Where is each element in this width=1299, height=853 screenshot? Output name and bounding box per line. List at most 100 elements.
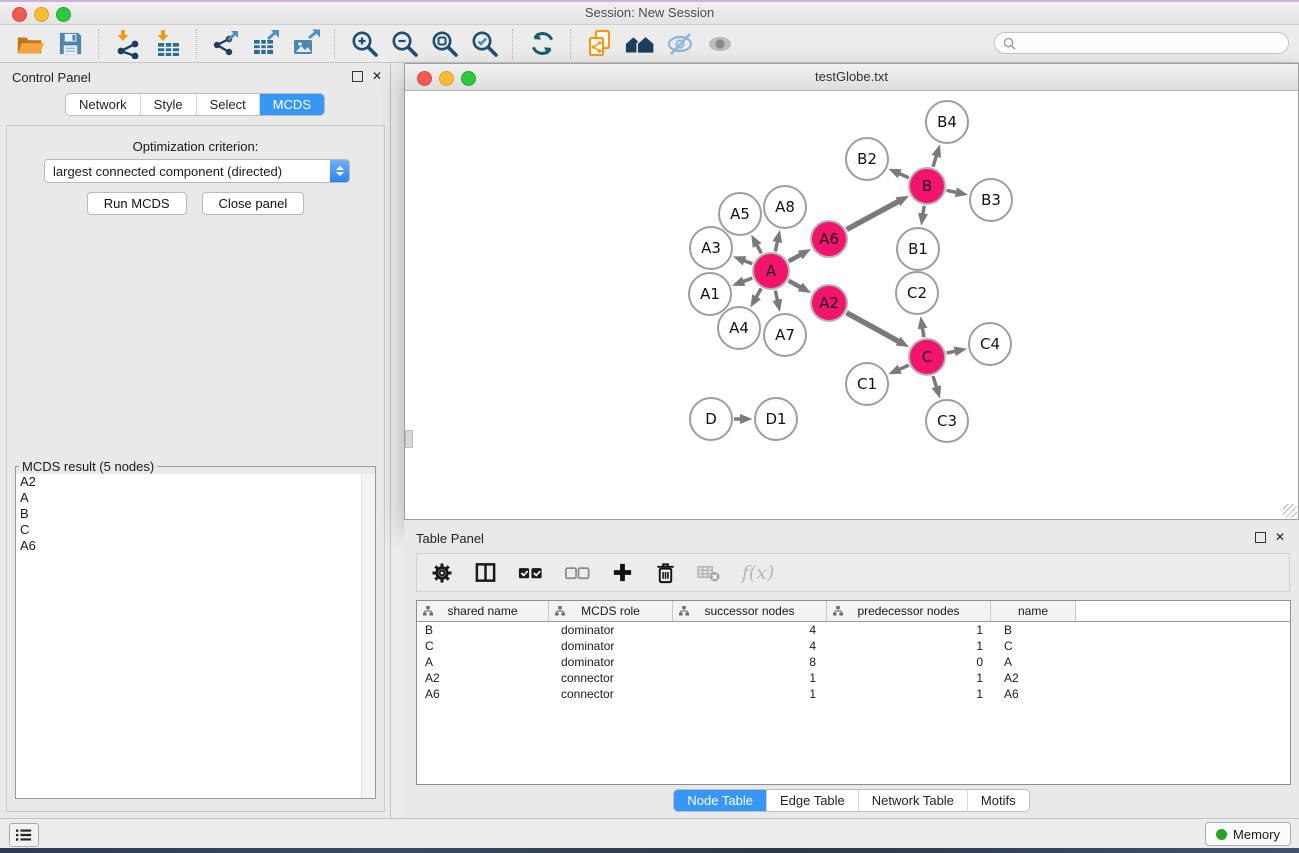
zoom-fit-button[interactable]: [424, 27, 464, 61]
search-field[interactable]: [994, 32, 1289, 54]
open-session-button[interactable]: [10, 27, 50, 61]
column-header-name[interactable]: name: [991, 601, 1076, 621]
graph-node-B4[interactable]: B4: [925, 100, 969, 144]
graph-node-B[interactable]: B: [908, 167, 946, 205]
graph-edge-B-B1[interactable]: [923, 206, 924, 215]
select-all-button[interactable]: [515, 560, 545, 586]
run-mcds-button[interactable]: Run MCDS: [87, 192, 187, 215]
graph-edge-B-B4[interactable]: [933, 155, 937, 167]
close-panel-icon[interactable]: ✕: [372, 70, 382, 82]
search-input[interactable]: [1021, 35, 1288, 52]
column-header-successor-nodes[interactable]: successor nodes: [673, 601, 827, 621]
graph-node-A2[interactable]: A2: [810, 284, 848, 322]
canvas-splitter-handle[interactable]: [405, 430, 413, 448]
graph-node-D[interactable]: D: [689, 397, 733, 441]
export-table-button[interactable]: [246, 27, 286, 61]
graph-edge-A6-B[interactable]: [847, 201, 899, 229]
mcds-result-item[interactable]: A: [16, 490, 375, 506]
table-tab-node-table[interactable]: Node Table: [674, 790, 766, 811]
close-table-panel-icon[interactable]: ✕: [1275, 531, 1285, 543]
add-row-button[interactable]: [609, 560, 635, 586]
apply-layout-button[interactable]: [522, 27, 562, 61]
table-tab-edge-table[interactable]: Edge Table: [766, 790, 858, 811]
graph-edge-A2-C[interactable]: [847, 313, 900, 342]
control-tab-mcds[interactable]: MCDS: [259, 94, 324, 115]
zoom-in-button[interactable]: [344, 27, 384, 61]
graph-edge-B-B3[interactable]: [947, 190, 957, 192]
column-header-shared-name[interactable]: shared name: [417, 601, 549, 621]
graph-edge-B-B2[interactable]: [899, 173, 909, 177]
mcds-result-item[interactable]: B: [16, 506, 375, 522]
export-network-button[interactable]: [206, 27, 246, 61]
mcds-result-item[interactable]: A6: [16, 538, 375, 554]
save-session-button[interactable]: [50, 27, 90, 61]
graph-node-A7[interactable]: A7: [763, 313, 807, 357]
table-tab-motifs[interactable]: Motifs: [967, 790, 1029, 811]
table-row-A2[interactable]: A2connector11A2: [417, 670, 1290, 686]
graph-node-A4[interactable]: A4: [717, 306, 761, 350]
graph-node-A8[interactable]: A8: [763, 185, 807, 229]
graph-edge-A-A2[interactable]: [789, 281, 802, 288]
import-network-button[interactable]: [108, 27, 148, 61]
graph-node-A3[interactable]: A3: [689, 226, 733, 270]
float-panel-icon[interactable]: [352, 71, 363, 82]
home-views-button[interactable]: [620, 27, 660, 61]
mcds-result-item[interactable]: A2: [16, 474, 375, 490]
network-canvas[interactable]: B4B2BB3A5A8A6A3B1AA1C2A2A4A7CC4C1C3DD1: [405, 91, 1298, 519]
table-tab-network-table[interactable]: Network Table: [858, 790, 967, 811]
column-header-MCDS-role[interactable]: MCDS role: [549, 601, 673, 621]
column-header-predecessor-nodes[interactable]: predecessor nodes: [827, 601, 991, 621]
graph-node-B1[interactable]: B1: [896, 227, 940, 271]
show-hidden-button[interactable]: [700, 27, 740, 61]
control-tab-network[interactable]: Network: [66, 94, 140, 115]
graph-node-C[interactable]: C: [908, 338, 946, 376]
graph-edge-A-A7[interactable]: [775, 291, 777, 301]
float-table-panel-icon[interactable]: [1255, 532, 1266, 543]
graph-node-C1[interactable]: C1: [845, 362, 889, 406]
table-row-A[interactable]: Adominator80A: [417, 654, 1290, 670]
clone-network-button[interactable]: [580, 27, 620, 61]
graph-node-A6[interactable]: A6: [810, 220, 848, 258]
optimization-criterion-select[interactable]: largest connected component (directed): [44, 159, 350, 183]
table-row-B[interactable]: Bdominator41B: [417, 622, 1290, 638]
delete-table-button[interactable]: [695, 560, 721, 586]
table-settings-button[interactable]: [429, 560, 455, 586]
graph-edge-A-A6[interactable]: [789, 255, 802, 262]
graph-node-A5[interactable]: A5: [718, 192, 762, 236]
graph-edge-C-C3[interactable]: [933, 376, 937, 388]
column-visibility-button[interactable]: [472, 560, 498, 586]
graph-edge-C-C4[interactable]: [947, 351, 956, 353]
import-table-button[interactable]: [148, 27, 188, 61]
control-tab-style[interactable]: Style: [140, 94, 196, 115]
mcds-result-item[interactable]: C: [16, 522, 375, 538]
zoom-out-button[interactable]: [384, 27, 424, 61]
graph-edge-C-C1[interactable]: [899, 365, 909, 369]
graph-edge-A-A8[interactable]: [775, 241, 777, 251]
memory-button[interactable]: Memory: [1205, 822, 1291, 846]
table-row-A6[interactable]: A6connector11A6: [417, 686, 1290, 702]
close-panel-button[interactable]: Close panel: [202, 192, 305, 215]
deselect-all-button[interactable]: [562, 560, 592, 586]
task-history-button[interactable]: [9, 823, 39, 847]
function-builder-button[interactable]: f(x): [738, 560, 778, 586]
graph-node-B3[interactable]: B3: [969, 178, 1013, 222]
delete-row-button[interactable]: [652, 560, 678, 586]
graph-node-B2[interactable]: B2: [845, 137, 889, 181]
zoom-selected-button[interactable]: [464, 27, 504, 61]
graph-node-C3[interactable]: C3: [925, 399, 969, 443]
graph-edge-C-C2[interactable]: [922, 328, 924, 338]
graph-edge-A-A1[interactable]: [743, 278, 753, 282]
graph-node-C4[interactable]: C4: [968, 322, 1012, 366]
hide-selected-button[interactable]: [660, 27, 700, 61]
graph-edge-A-A4[interactable]: [756, 288, 761, 297]
export-image-button[interactable]: [286, 27, 326, 61]
graph-edge-A-A5[interactable]: [757, 245, 762, 254]
result-list-scrollbar[interactable]: [361, 474, 375, 798]
graph-node-C2[interactable]: C2: [895, 271, 939, 315]
control-tab-select[interactable]: Select: [196, 94, 259, 115]
graph-edge-A-A3[interactable]: [744, 261, 753, 264]
window-resize-grip[interactable]: [1283, 504, 1297, 518]
graph-node-D1[interactable]: D1: [754, 397, 798, 441]
graph-node-A[interactable]: A: [752, 252, 790, 290]
table-row-C[interactable]: Cdominator41C: [417, 638, 1290, 654]
